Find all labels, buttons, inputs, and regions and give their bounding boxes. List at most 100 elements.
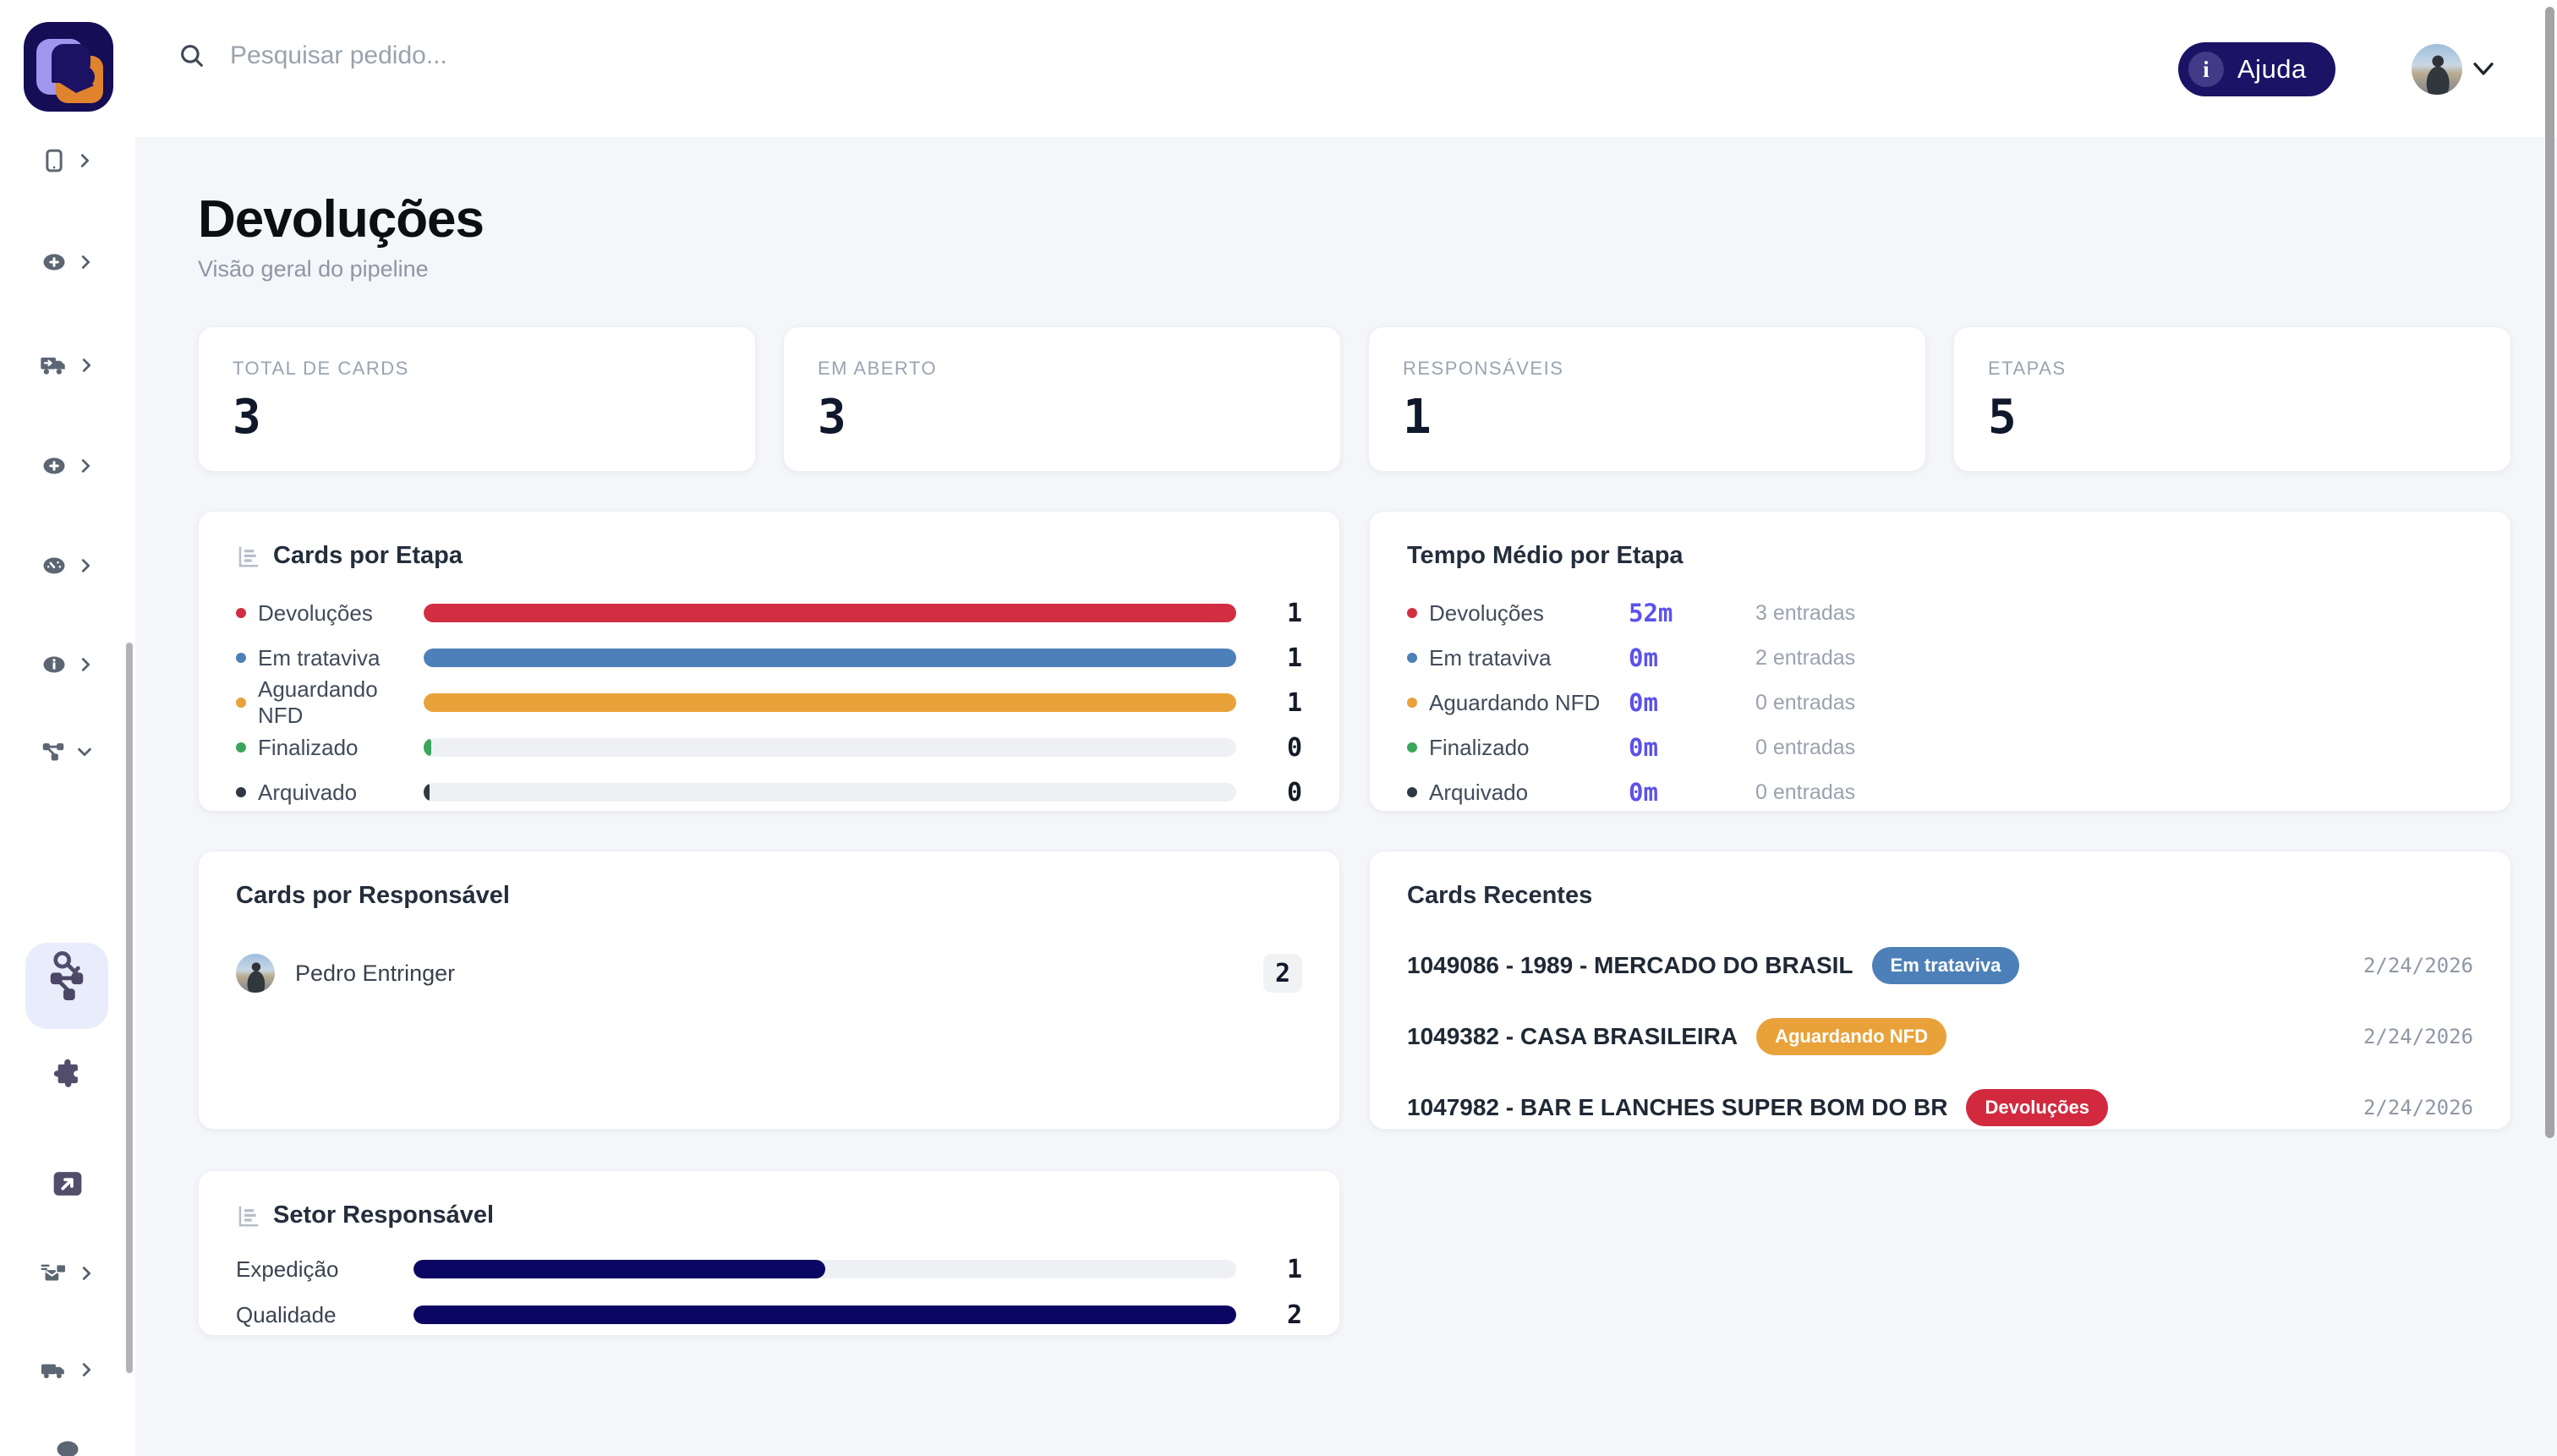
chevron-right-icon: [76, 655, 95, 674]
tempo-entries: 3 entradas: [1755, 601, 1855, 626]
user-menu-chevron-down-icon[interactable]: [2471, 59, 2496, 79]
tempo-row: Arquivado 0m 0 entradas: [1407, 781, 2473, 803]
stat-card-responsaveis: RESPONSÁVEIS 1: [1368, 326, 1926, 472]
sidebar-item-shipping[interactable]: [0, 336, 135, 395]
key-icon: [51, 948, 85, 980]
chevron-right-icon: [77, 1360, 96, 1379]
sidebar-item-info[interactable]: [0, 635, 135, 694]
bar-track: [424, 604, 1236, 622]
etapa-row: Aguardando NFD 1: [236, 692, 1302, 714]
bar-fill: [413, 1305, 1236, 1324]
order-search: [178, 41, 824, 71]
recent-card-title: 1049382 - CASA BRASILEIRA: [1407, 1023, 1738, 1050]
sidebar-item-tablet[interactable]: [0, 137, 135, 190]
stats-row: TOTAL DE CARDS 3 EM ABERTO 3 RESPONSÁVEI…: [198, 326, 2511, 472]
etapa-value: 1: [1258, 688, 1302, 718]
sidebar-item-integrations[interactable]: [0, 1044, 135, 1103]
search-icon: [178, 41, 206, 70]
recent-card-row[interactable]: 1047982 - BAR E LANCHES SUPER BOM DO BR …: [1407, 1089, 2473, 1126]
puzzle-icon: [51, 1058, 85, 1090]
tempo-label: Arquivado: [1429, 780, 1629, 806]
panel-title: Setor Responsável: [273, 1201, 494, 1229]
stat-label: TOTAL DE CARDS: [233, 358, 721, 380]
etapa-value: 0: [1258, 733, 1302, 763]
stat-value: 3: [818, 390, 1306, 445]
bar-fill: [424, 738, 431, 757]
etapa-label: Aguardando NFD: [258, 676, 424, 729]
stat-card-em-aberto: EM ABERTO 3: [783, 326, 1341, 472]
bar-track: [424, 649, 1236, 667]
status-badge: Devoluções: [1966, 1089, 2108, 1126]
charts-row: Cards por Etapa Devoluções 1 Em trataviv…: [198, 511, 2511, 812]
tempo-value: 0m: [1629, 688, 1755, 717]
app-logo[interactable]: [24, 22, 113, 112]
recent-card-title: 1047982 - BAR E LANCHES SUPER BOM DO BR: [1407, 1094, 1947, 1121]
sidebar-item-access-keys[interactable]: [0, 934, 135, 993]
chevron-right-icon: [75, 151, 94, 170]
sidebar-item-mail-transfer[interactable]: [0, 1244, 135, 1303]
recent-card-date: 2/24/2026: [2363, 1025, 2473, 1048]
chevron-right-icon: [77, 1264, 96, 1283]
window-scrollbar-thumb[interactable]: [2545, 7, 2554, 1138]
recent-card-title: 1049086 - 1989 - MERCADO DO BRASIL: [1407, 952, 1853, 979]
legend-dot: [1407, 608, 1417, 618]
user-avatar[interactable]: [2412, 44, 2462, 95]
sidebar-item-add-1[interactable]: [0, 233, 135, 292]
legend-dot: [236, 608, 246, 618]
setor-value: 1: [1258, 1255, 1302, 1284]
legend-dot: [236, 787, 246, 797]
stat-label: EM ABERTO: [818, 358, 1306, 380]
plus-oval-icon: [41, 453, 68, 479]
tempo-row: Devoluções 52m 3 entradas: [1407, 602, 2473, 624]
gauge-icon: [41, 553, 68, 578]
help-button-label: Ajuda: [2237, 54, 2307, 85]
panel-title: Cards por Etapa: [273, 542, 463, 570]
help-button[interactable]: i Ajuda: [2178, 42, 2335, 96]
tempo-label: Finalizado: [1429, 735, 1629, 761]
app-window: i Ajuda: [0, 0, 2557, 1456]
bar-fill: [413, 1260, 825, 1278]
bar-fill: [424, 604, 1236, 622]
sidebar-item-add-2[interactable]: [0, 436, 135, 495]
bar-chart-icon: [236, 544, 261, 569]
chevron-down-icon: [74, 742, 95, 761]
sidebar-item-dashboard[interactable]: [0, 536, 135, 595]
sidebar-item-truck[interactable]: [0, 1340, 135, 1399]
cards-por-responsavel-card: Cards por Responsável Pedro Entringer 2: [198, 851, 1340, 1130]
responsavel-avatar: [236, 954, 275, 993]
stat-label: ETAPAS: [1988, 358, 2477, 380]
tempo-row: Finalizado 0m 0 entradas: [1407, 736, 2473, 758]
etapa-label: Finalizado: [258, 735, 424, 761]
partial-oval-icon: [54, 1437, 81, 1456]
panel-title: Cards por Responsável: [236, 882, 510, 910]
tempo-value: 0m: [1629, 643, 1755, 672]
truck-arrow-icon: [40, 353, 68, 378]
chevron-right-icon: [77, 356, 96, 375]
chevron-right-icon: [76, 253, 95, 271]
panel-title: Cards Recentes: [1407, 882, 1592, 910]
sidebar-item-partial[interactable]: [0, 1420, 135, 1456]
bar-fill: [424, 783, 430, 802]
legend-dot: [1407, 698, 1417, 708]
responsavel-count-badge: 2: [1263, 954, 1302, 993]
recent-card-row[interactable]: 1049382 - CASA BRASILEIRA Aguardando NFD…: [1407, 1018, 2473, 1055]
etapa-row: Devoluções 1: [236, 602, 1302, 624]
bar-track: [413, 1305, 1236, 1324]
tempo-label: Em trataviva: [1429, 645, 1629, 671]
chevron-right-icon: [76, 556, 95, 575]
mail-transfer-icon: [40, 1261, 68, 1286]
sidebar-scrollbar-thumb[interactable]: [126, 643, 133, 1373]
tempo-rows: Devoluções 52m 3 entradas Em trataviva 0…: [1407, 602, 2473, 803]
cards-recentes-card: Cards Recentes 1049086 - 1989 - MERCADO …: [1369, 851, 2511, 1130]
search-input[interactable]: [228, 41, 824, 71]
stat-value: 1: [1403, 390, 1892, 445]
bar-fill: [424, 693, 1236, 712]
sidebar-item-workflow-group[interactable]: [0, 722, 135, 781]
recent-card-row[interactable]: 1049086 - 1989 - MERCADO DO BRASIL Em tr…: [1407, 947, 2473, 984]
tempo-entries: 0 entradas: [1755, 736, 1855, 760]
sidebar-item-external-link[interactable]: [0, 1154, 135, 1213]
page-title: Devoluções: [198, 189, 2511, 249]
tempo-value: 0m: [1629, 778, 1755, 807]
stat-card-total: TOTAL DE CARDS 3: [198, 326, 756, 472]
legend-dot: [1407, 653, 1417, 663]
